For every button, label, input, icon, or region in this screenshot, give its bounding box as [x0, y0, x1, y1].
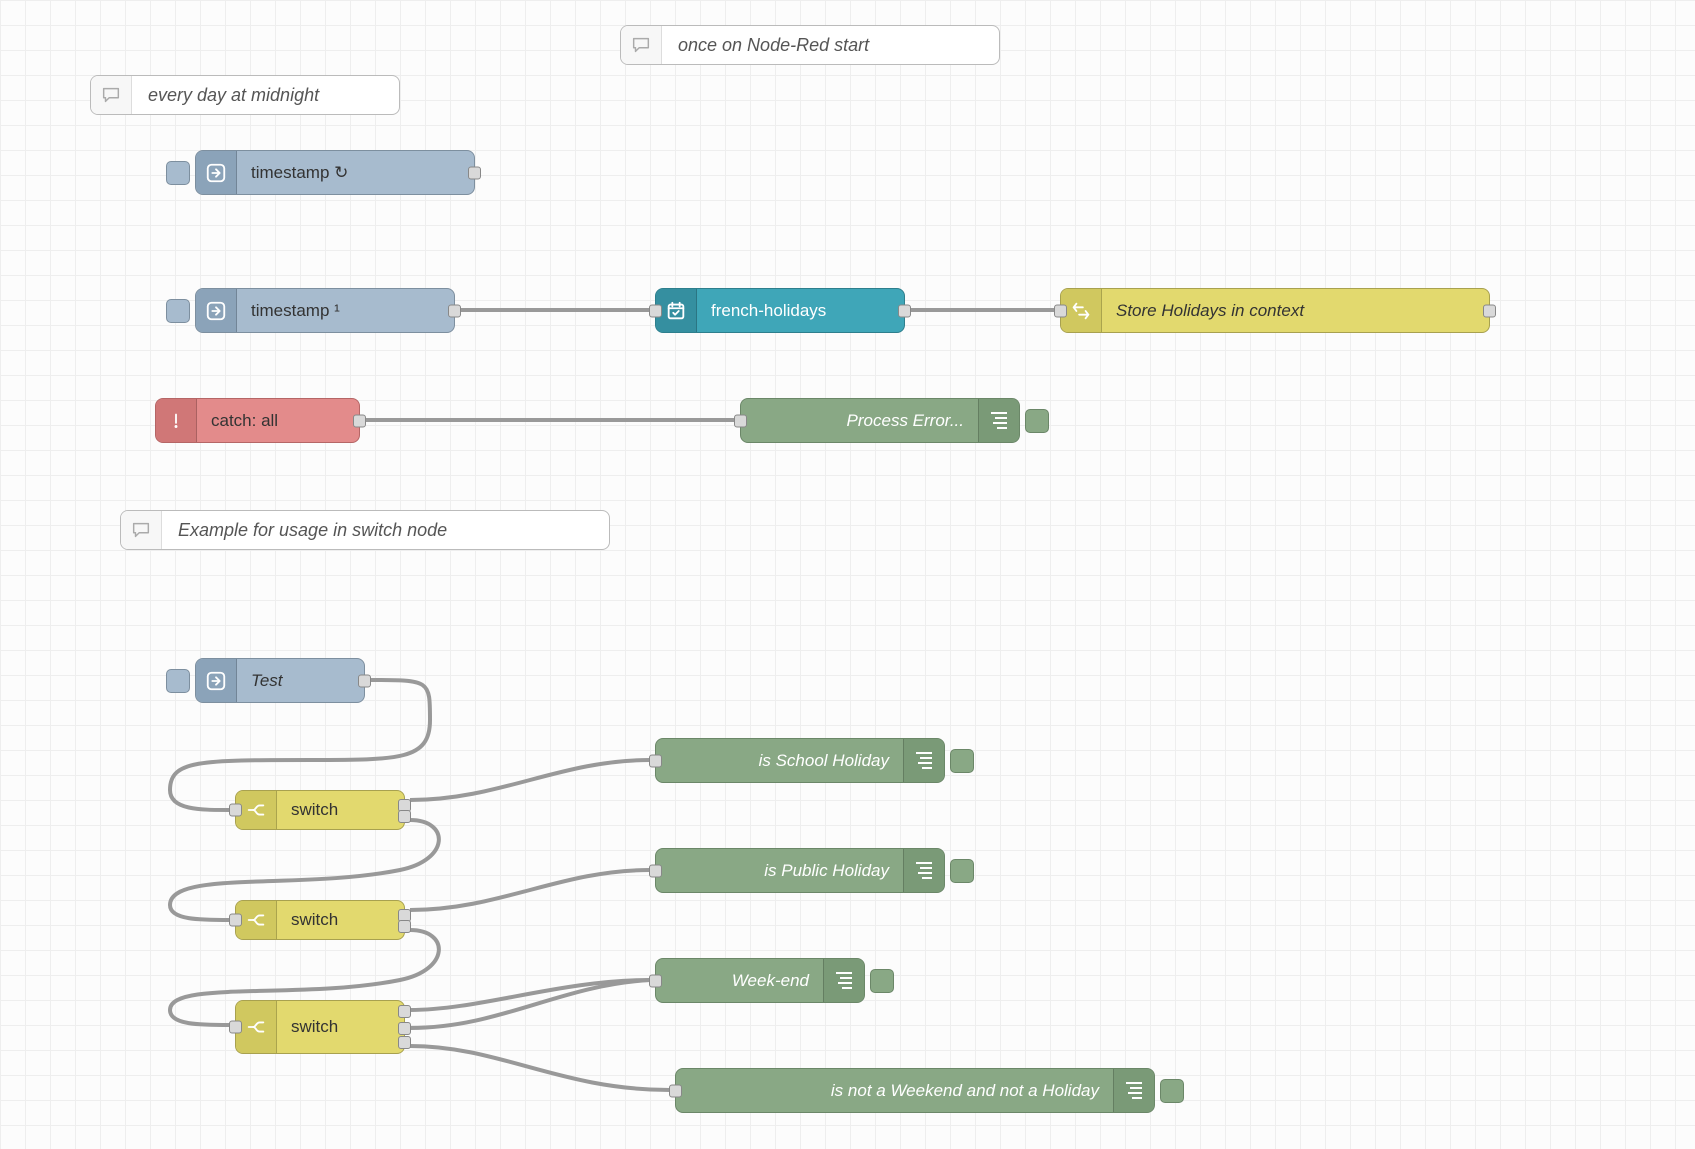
debug-weekend[interactable]: Week-end [655, 958, 865, 1003]
debug-icon [978, 399, 1019, 442]
calendar-icon [656, 289, 697, 332]
debug-toggle-button[interactable] [1025, 409, 1049, 433]
node-label: switch [277, 901, 404, 939]
node-label: is Public Holiday [656, 849, 903, 892]
node-label: switch [277, 1001, 404, 1053]
switch-icon [236, 901, 277, 939]
swap-icon [1061, 289, 1102, 332]
input-port[interactable] [734, 414, 747, 427]
arrow-right-icon [196, 659, 237, 702]
alert-icon [156, 399, 197, 442]
comment-switch-example[interactable]: Example for usage in switch node [120, 510, 610, 550]
input-port[interactable] [229, 1021, 242, 1034]
output-port[interactable] [448, 304, 461, 317]
comment-icon [91, 76, 132, 114]
node-label: is School Holiday [656, 739, 903, 782]
node-label: timestamp ↻ [237, 151, 474, 194]
input-port[interactable] [229, 914, 242, 927]
comment-once-start[interactable]: once on Node-Red start [620, 25, 1000, 65]
input-port[interactable] [649, 864, 662, 877]
output-port-1[interactable] [398, 1005, 411, 1018]
switch-2[interactable]: switch [235, 900, 405, 940]
catch-all-node[interactable]: catch: all [155, 398, 360, 443]
input-port[interactable] [1054, 304, 1067, 317]
debug-toggle-button[interactable] [1160, 1079, 1184, 1103]
output-port-2[interactable] [398, 1022, 411, 1035]
node-label: is not a Weekend and not a Holiday [676, 1069, 1113, 1112]
debug-toggle-button[interactable] [950, 749, 974, 773]
output-port[interactable] [353, 414, 366, 427]
output-port[interactable] [468, 166, 481, 179]
debug-icon [1113, 1069, 1154, 1112]
output-port[interactable] [1483, 304, 1496, 317]
node-label: Week-end [656, 959, 823, 1002]
input-port[interactable] [649, 754, 662, 767]
node-label: catch: all [197, 399, 359, 442]
french-holidays-node[interactable]: french-holidays [655, 288, 905, 333]
node-label: french-holidays [697, 289, 904, 332]
change-store-holidays[interactable]: Store Holidays in context [1060, 288, 1490, 333]
node-label: switch [277, 791, 404, 829]
input-port[interactable] [669, 1084, 682, 1097]
debug-public-holiday[interactable]: is Public Holiday [655, 848, 945, 893]
debug-not-weekend-not-holiday[interactable]: is not a Weekend and not a Holiday [675, 1068, 1155, 1113]
node-label: Test [237, 659, 364, 702]
inject-button[interactable] [166, 669, 190, 693]
node-label: Store Holidays in context [1102, 289, 1489, 332]
inject-timestamp-once[interactable]: timestamp ¹ [195, 288, 455, 333]
inject-timestamp-daily[interactable]: timestamp ↻ [195, 150, 475, 195]
switch-1[interactable]: switch [235, 790, 405, 830]
comment-daily-midnight[interactable]: every day at midnight [90, 75, 400, 115]
switch-3[interactable]: switch [235, 1000, 405, 1054]
comment-icon [621, 26, 662, 64]
input-port[interactable] [649, 304, 662, 317]
arrow-right-icon [196, 289, 237, 332]
comment-label: Example for usage in switch node [162, 520, 463, 541]
comment-icon [121, 511, 162, 549]
input-port[interactable] [649, 974, 662, 987]
switch-icon [236, 1001, 277, 1053]
debug-icon [903, 739, 944, 782]
comment-label: every day at midnight [132, 85, 335, 106]
switch-icon [236, 791, 277, 829]
inject-test[interactable]: Test [195, 658, 365, 703]
node-label: timestamp ¹ [237, 289, 454, 332]
arrow-right-icon [196, 151, 237, 194]
output-port-3[interactable] [398, 1036, 411, 1049]
debug-icon [903, 849, 944, 892]
debug-toggle-button[interactable] [950, 859, 974, 883]
node-label: Process Error... [741, 399, 978, 442]
debug-school-holiday[interactable]: is School Holiday [655, 738, 945, 783]
output-port[interactable] [898, 304, 911, 317]
inject-button[interactable] [166, 161, 190, 185]
inject-button[interactable] [166, 299, 190, 323]
output-port-2[interactable] [398, 920, 411, 933]
output-port-2[interactable] [398, 810, 411, 823]
input-port[interactable] [229, 804, 242, 817]
debug-toggle-button[interactable] [870, 969, 894, 993]
debug-process-error[interactable]: Process Error... [740, 398, 1020, 443]
output-port[interactable] [358, 674, 371, 687]
debug-icon [823, 959, 864, 1002]
comment-label: once on Node-Red start [662, 35, 885, 56]
